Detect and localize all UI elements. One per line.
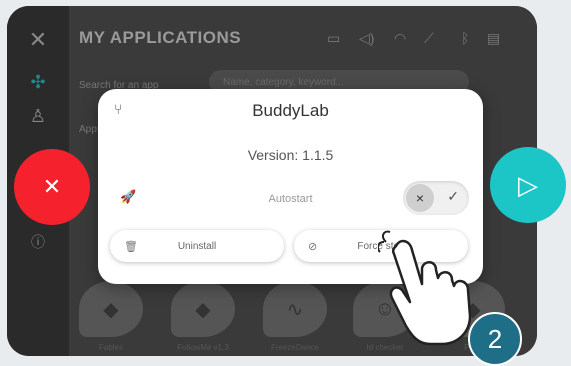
info-icon[interactable]: ⓘ (26, 230, 50, 254)
close-icon[interactable]: ✕ (26, 27, 50, 52)
check-icon[interactable]: ✓ (447, 188, 459, 205)
camera-icon: ▭ (327, 30, 341, 46)
toggle-off-knob[interactable]: × (406, 184, 434, 212)
step-badge: 2 (468, 312, 522, 366)
battery-icon: ▤ (487, 30, 501, 46)
wifi-off-icon: ⟋ (424, 30, 434, 46)
wifi-icon: ◠ (394, 30, 407, 46)
uninstall-button[interactable]: 🗑 Uninstall (110, 230, 284, 262)
version-label: Version: 1.1.5 (247, 147, 334, 163)
app-name: FreezeDance (270, 343, 320, 352)
dialog-title: BuddyLab (252, 101, 329, 120)
apps-grid-icon[interactable]: ✣ (26, 70, 50, 94)
close-icon: ✕ (42, 174, 62, 199)
user-icon[interactable]: ♙ (26, 104, 50, 128)
app-tile-followme[interactable]: ◆ (171, 281, 235, 337)
autostart-toggle[interactable]: × ✓ (403, 181, 469, 215)
app-tile-freezedance[interactable]: ∿ (263, 281, 327, 337)
bluetooth-icon: ᛒ (461, 30, 470, 46)
page-title: MY APPLICATIONS (79, 28, 242, 47)
uninstall-label: Uninstall (177, 240, 217, 252)
app-name: Fables (98, 343, 123, 352)
volume-icon: ◁) (359, 30, 375, 46)
app-name: FollowMe v1.3 (177, 343, 229, 352)
app-tile-fables[interactable]: ◆ (79, 281, 143, 337)
play-icon: ▷ (518, 169, 538, 200)
play-button[interactable]: ▷ (490, 147, 566, 223)
cancel-button[interactable]: ✕ (14, 149, 90, 225)
